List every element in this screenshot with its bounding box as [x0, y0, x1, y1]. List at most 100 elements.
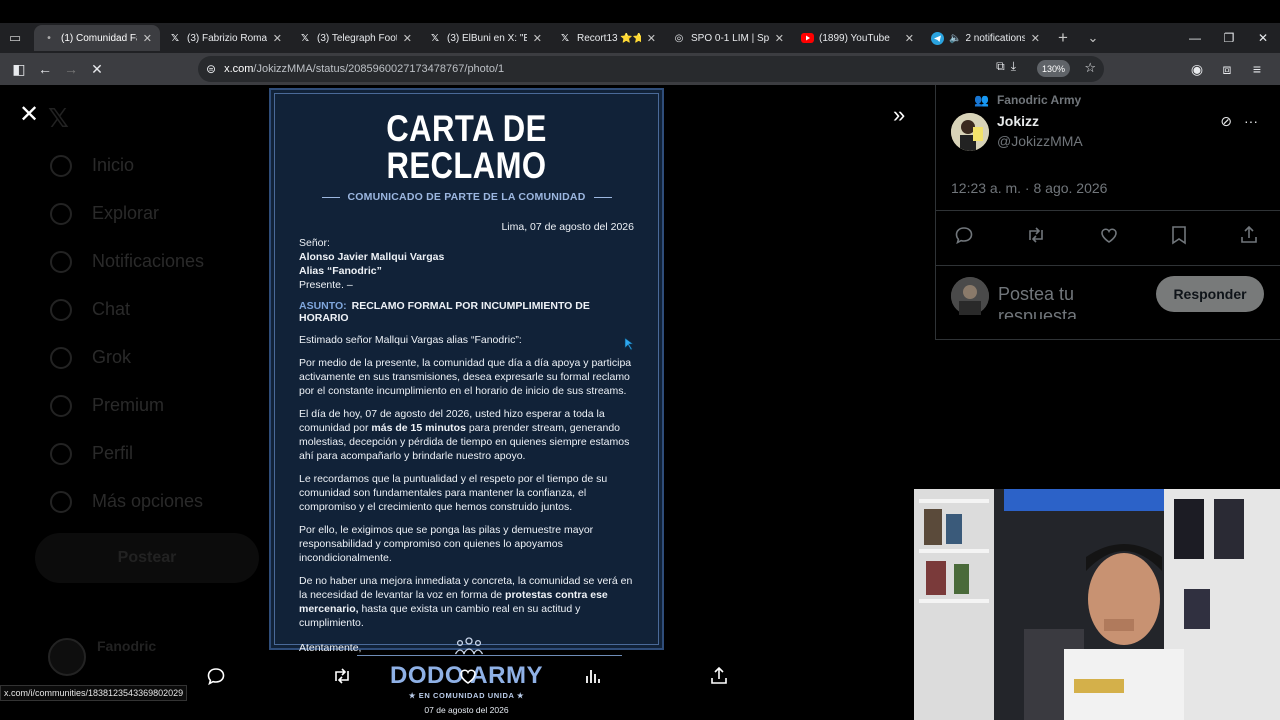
more-options-icon[interactable]: ··· [1244, 113, 1258, 130]
close-tab-icon[interactable]: ✕ [143, 32, 152, 45]
close-tab-icon[interactable]: ✕ [273, 32, 282, 45]
tab-sport-boys[interactable]: ◎ SPO 0-1 LIM | Sport Bo ✕ [664, 25, 792, 51]
minimize-icon[interactable]: — [1178, 23, 1212, 53]
tab-elbuni[interactable]: 𝕏 (3) ElBuni en X: "En ru ✕ [420, 25, 550, 51]
webcam-streamer-image [914, 489, 1280, 720]
subtitle-text: COMUNICADO DE PARTE DE LA COMUNIDAD [347, 191, 586, 203]
tab-notifications[interactable]: 🔈 2 notifications ✕ [922, 25, 1048, 51]
letter-paragraph-5: De no haber una mejora inmediata y concr… [299, 574, 634, 630]
letter-image[interactable]: CARTA DE RECLAMO COMUNICADO DE PARTE DE … [269, 88, 664, 715]
nav-mas-opciones: Más opciones [92, 491, 204, 511]
x-logo-icon: 𝕏 [560, 32, 570, 44]
tab-telegraph-football[interactable]: 𝕏 (3) Telegraph Football ✕ [290, 25, 420, 51]
profile-icon[interactable]: ◉ [1184, 56, 1210, 82]
telegram-icon [930, 31, 944, 45]
divider [936, 339, 1280, 340]
tab-title: Recort13 ⭐⭐ en [577, 32, 641, 44]
like-icon[interactable] [457, 665, 479, 687]
reply-button[interactable]: Responder [1156, 276, 1264, 312]
share-icon[interactable] [1239, 225, 1259, 250]
new-tab-icon[interactable]: + [1048, 23, 1078, 53]
tab-title: (1899) YouTube [819, 32, 890, 44]
repost-icon[interactable] [1025, 225, 1047, 250]
tweet-actions [954, 225, 1259, 250]
restore-icon[interactable]: ❐ [1212, 23, 1246, 53]
views-icon[interactable] [582, 665, 604, 687]
back-arrow-icon[interactable]: ← [32, 56, 58, 82]
expand-panel-icon[interactable]: » [893, 102, 905, 128]
close-tab-icon[interactable]: ✕ [905, 32, 914, 45]
share-icon[interactable] [708, 665, 730, 687]
letter-subtitle: COMUNICADO DE PARTE DE LA COMUNIDAD [299, 191, 634, 203]
tab-strip: ▭ • (1) Comunidad Fanodric ✕ 𝕏 (3) Fabri… [0, 23, 1280, 53]
bookmark-icon[interactable] [1170, 225, 1188, 250]
tab-recort13[interactable]: 𝕏 Recort13 ⭐⭐ en ✕ [550, 25, 664, 51]
screenshot-icon[interactable]: ⧉ [996, 59, 1005, 74]
close-tab-icon[interactable]: ✕ [647, 32, 656, 45]
nav-inicio: Inicio [92, 155, 135, 175]
x-logo-icon: 𝕏 [430, 32, 440, 44]
signature-date: 07 de agosto del 2026 [424, 705, 509, 715]
bookmark-star-icon[interactable]: ☆ [1084, 60, 1096, 76]
stop-loading-icon[interactable]: ✕ [84, 56, 110, 82]
tweet-header-actions: ⊘ ··· [1220, 113, 1258, 130]
tab-youtube[interactable]: (1899) YouTube ✕ [792, 25, 922, 51]
close-window-icon[interactable]: ✕ [1246, 23, 1280, 53]
tweet-timestamp[interactable]: 12:23 a. m. · 8 ago. 2026 [951, 180, 1107, 196]
recipient-name: Alonso Javier Mallqui Vargas [299, 251, 445, 263]
youtube-icon [800, 31, 814, 45]
zoom-level[interactable]: 130% [1036, 60, 1070, 77]
signature-sub: ★ EN COMUNIDAD UNIDA ★ [408, 691, 525, 700]
close-photo-icon[interactable]: ✕ [18, 101, 40, 128]
tweet-detail-panel: 👥 Fanodric Army Jokizz @JokizzMMA ⊘ ··· … [935, 85, 1280, 340]
author-avatar[interactable] [951, 113, 989, 151]
community-people-icon [454, 637, 484, 655]
download-icon[interactable]: ⤓ [1011, 59, 1016, 74]
profile-icon [50, 443, 72, 465]
url-text[interactable]: x.com/JokizzMMA/status/20859600271734787… [224, 63, 504, 75]
more-icon [50, 491, 72, 513]
author-handle[interactable]: @JokizzMMA [997, 133, 1083, 149]
x-logo-icon: • [47, 32, 51, 44]
tab-comunidad-fanodric[interactable]: • (1) Comunidad Fanodric ✕ [34, 25, 160, 51]
nav-premium: Premium [92, 395, 165, 415]
tab-fabrizio-romano[interactable]: 𝕏 (3) Fabrizio Romano en ✕ [160, 25, 290, 51]
close-tab-icon[interactable]: ✕ [533, 32, 542, 45]
tab-search-icon[interactable]: ▭ [0, 23, 30, 53]
speaker-icon[interactable]: 🔈 [949, 33, 961, 44]
tab-title: (3) ElBuni en X: "En ru [447, 32, 527, 44]
extensions-icon[interactable]: ⧈ [1214, 56, 1240, 82]
author-name[interactable]: Jokizz [997, 113, 1039, 129]
close-tab-icon[interactable]: ✕ [1031, 32, 1040, 45]
asunto-key: ASUNTO: [299, 300, 347, 312]
letter-date: Lima, 07 de agosto del 2026 [501, 221, 634, 233]
reply-icon[interactable] [954, 225, 974, 250]
chat-icon [50, 299, 72, 321]
site-info-icon[interactable]: ⊜ [206, 62, 216, 76]
community-label[interactable]: 👥 Fanodric Army [974, 93, 1081, 107]
close-tab-icon[interactable]: ✕ [403, 32, 412, 45]
account-avatar [48, 638, 86, 676]
reply-icon[interactable] [205, 665, 227, 687]
premium-icon [50, 395, 72, 417]
browser-toolbar: ◧ ← → ✕ ⊜ x.com/JokizzMMA/status/2085960… [0, 53, 1280, 85]
soccer-ball-icon: ◎ [674, 32, 684, 44]
menu-icon[interactable]: ≡ [1244, 56, 1270, 82]
divider [936, 210, 1280, 211]
reply-input[interactable]: Postea tu respuesta [998, 283, 1128, 319]
forward-arrow-icon[interactable]: → [58, 56, 84, 82]
community-name: Fanodric Army [996, 93, 1082, 107]
sidebar-toggle-icon[interactable]: ◧ [6, 56, 32, 82]
address-bar[interactable]: ⊜ x.com/JokizzMMA/status/208596002717347… [198, 56, 1104, 82]
letter-paragraph-3: Le recordamos que la puntualidad y el re… [299, 473, 608, 513]
grok-icon[interactable]: ⊘ [1220, 113, 1232, 130]
close-tab-icon[interactable]: ✕ [775, 32, 784, 45]
nav-notificaciones: Notificaciones [92, 251, 205, 271]
repost-icon[interactable] [331, 665, 353, 687]
divider [321, 196, 340, 198]
letter-paragraph-4: Por ello, le exigimos que se ponga las p… [299, 524, 594, 564]
tab-list-chevron-icon[interactable]: ⌄ [1078, 23, 1108, 53]
grok-icon [50, 347, 72, 369]
like-icon[interactable] [1099, 225, 1119, 250]
letter-title: CARTA DE RECLAMO [386, 108, 547, 186]
